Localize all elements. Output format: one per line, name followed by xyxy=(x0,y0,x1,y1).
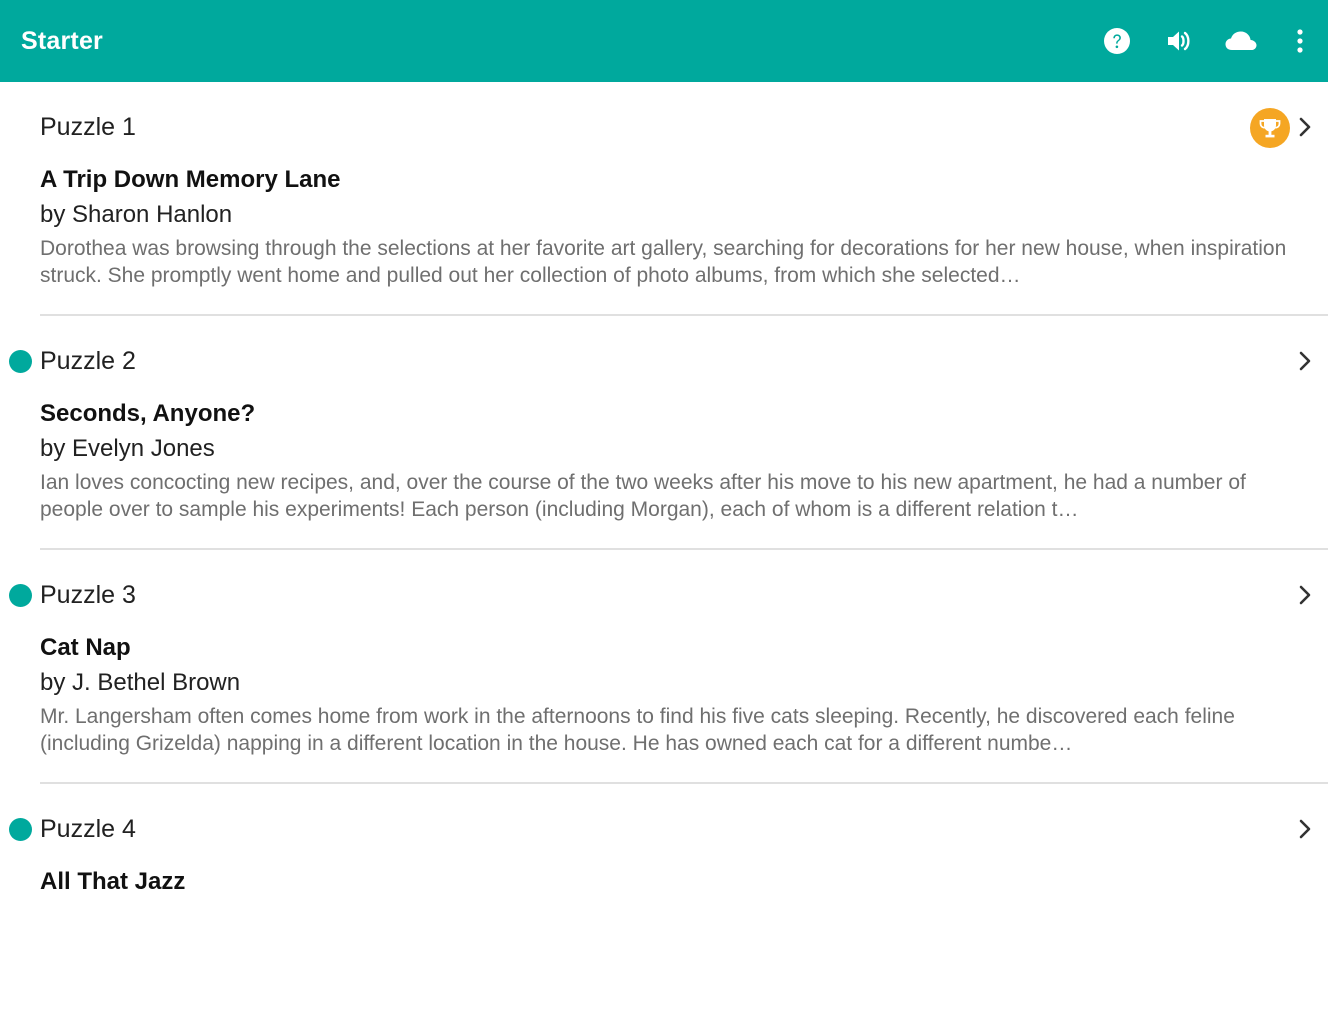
chevron-right-icon xyxy=(1292,580,1318,610)
puzzle-list: Puzzle 1 A Trip Down Memory Lane by Shar… xyxy=(0,82,1328,1018)
new-puzzle-dot xyxy=(9,350,32,373)
puzzle-title: Seconds, Anyone? xyxy=(40,400,256,427)
new-puzzle-dot xyxy=(9,818,32,841)
app-bar-actions xyxy=(1086,0,1328,82)
sound-button[interactable] xyxy=(1148,0,1210,82)
cloud-sync-button[interactable] xyxy=(1210,0,1272,82)
puzzle-author: by J. Bethel Brown xyxy=(40,669,241,696)
chevron-right-icon xyxy=(1292,346,1318,376)
puzzle-title: A Trip Down Memory Lane xyxy=(40,166,341,193)
app-title: Starter xyxy=(21,27,103,55)
more-vert-icon xyxy=(1297,29,1303,53)
puzzle-list-item[interactable]: Puzzle 1 A Trip Down Memory Lane by Shar… xyxy=(0,82,1328,316)
puzzle-list-item[interactable]: Puzzle 3 Cat Nap by J. Bethel Brown Mr. … xyxy=(0,550,1328,784)
help-icon xyxy=(1104,28,1130,54)
chevron-right-icon xyxy=(1292,814,1318,844)
puzzle-title: All That Jazz xyxy=(40,868,186,895)
help-button[interactable] xyxy=(1086,0,1148,82)
puzzle-description: Dorothea was browsing through the select… xyxy=(40,237,1287,287)
chevron-right-icon xyxy=(1292,112,1318,142)
trophy-icon xyxy=(1250,108,1290,148)
puzzle-description: Mr. Langersham often comes home from wor… xyxy=(40,705,1235,755)
puzzle-list-item[interactable]: Puzzle 4 All That Jazz xyxy=(0,784,1328,1018)
puzzle-author: by Sharon Hanlon xyxy=(40,201,233,228)
volume-icon xyxy=(1168,31,1190,51)
puzzle-number: Puzzle 1 xyxy=(40,113,136,141)
puzzle-list-item[interactable]: Puzzle 2 Seconds, Anyone? by Evelyn Jone… xyxy=(0,316,1328,550)
puzzle-number: Puzzle 3 xyxy=(40,581,136,609)
puzzle-author: by Evelyn Jones xyxy=(40,435,215,462)
puzzle-number: Puzzle 4 xyxy=(40,815,136,843)
puzzle-number: Puzzle 2 xyxy=(40,347,136,375)
more-options-button[interactable] xyxy=(1272,0,1328,82)
new-puzzle-dot xyxy=(9,584,32,607)
app-bar: Starter xyxy=(0,0,1328,82)
puzzle-title: Cat Nap xyxy=(40,634,131,661)
cloud-icon xyxy=(1225,31,1257,50)
puzzle-description: Ian loves concocting new recipes, and, o… xyxy=(40,471,1246,521)
